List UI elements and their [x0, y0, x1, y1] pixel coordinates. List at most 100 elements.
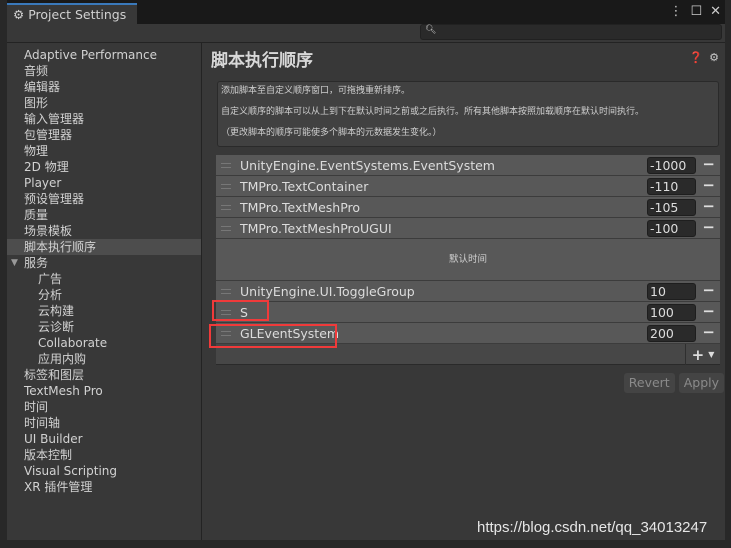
- sidebar-item[interactable]: 分析: [7, 287, 201, 303]
- script-row[interactable]: S 100−: [216, 302, 720, 323]
- sidebar-item-label: 输入管理器: [24, 112, 85, 126]
- project-settings-window: ⚙ Project Settings ⋮ ☐ ✕ 🔍︎ Adaptive Perfor…: [7, 0, 725, 540]
- sidebar-item-label: 时间: [24, 400, 49, 414]
- sidebar-item[interactable]: 应用内购: [7, 351, 201, 367]
- sidebar-item[interactable]: UI Builder: [7, 431, 201, 447]
- sidebar-item-label: 2D 物理: [24, 160, 69, 174]
- page-title: 脚本执行顺序: [211, 51, 313, 71]
- sidebar-item-label: XR 插件管理: [24, 480, 93, 494]
- sidebar-item[interactable]: Adaptive Performance: [7, 47, 201, 63]
- revert-button[interactable]: Revert: [623, 373, 675, 393]
- remove-button[interactable]: −: [702, 197, 715, 215]
- sidebar-item-label: 应用内购: [38, 352, 87, 366]
- remove-button[interactable]: −: [702, 302, 715, 320]
- sidebar-item-label: 质量: [24, 208, 49, 222]
- sidebar-item[interactable]: 云诊断: [7, 319, 201, 335]
- drag-handle-icon[interactable]: [221, 162, 231, 168]
- expand-arrow-icon[interactable]: ▼: [11, 255, 18, 271]
- sidebar-item[interactable]: 标签和图层: [7, 367, 201, 383]
- sidebar-item[interactable]: Visual Scripting: [7, 463, 201, 479]
- sidebar-item[interactable]: ▼ 服务: [7, 255, 201, 271]
- drag-handle-icon[interactable]: [221, 183, 231, 189]
- description-line: 自定义顺序的脚本可以从上到下在默认时间之前或之后执行。所有其他脚本按照加载顺序在…: [221, 107, 645, 117]
- remove-button[interactable]: −: [702, 281, 715, 299]
- sidebar-item[interactable]: 质量: [7, 207, 201, 223]
- gear-icon: ⚙: [13, 7, 25, 22]
- search-icon: 🔍︎: [425, 25, 437, 35]
- sidebar-item-label: 预设管理器: [24, 192, 85, 206]
- sidebar-item-label: 广告: [38, 272, 63, 286]
- order-input[interactable]: 200: [647, 325, 696, 342]
- sidebar-item[interactable]: XR 插件管理: [7, 479, 201, 495]
- kebab-icon[interactable]: ⋮: [669, 4, 682, 19]
- script-row[interactable]: TMPro.TextMeshProUGUI -100−: [216, 218, 720, 239]
- sidebar-item[interactable]: 2D 物理: [7, 159, 201, 175]
- order-input[interactable]: -110: [647, 178, 696, 195]
- script-row[interactable]: UnityEngine.EventSystems.EventSystem -100…: [216, 155, 720, 176]
- window-title: Project Settings: [28, 7, 127, 22]
- help-icon[interactable]: ❓: [689, 51, 703, 64]
- sidebar-item[interactable]: 图形: [7, 95, 201, 111]
- settings-gear-icon[interactable]: ⚙: [709, 51, 719, 64]
- sidebar-item[interactable]: 脚本执行顺序: [7, 239, 201, 255]
- remove-button[interactable]: −: [702, 218, 715, 236]
- sidebar-item[interactable]: 包管理器: [7, 127, 201, 143]
- order-input[interactable]: -105: [647, 199, 696, 216]
- script-row[interactable]: TMPro.TextContainer -110−: [216, 176, 720, 197]
- sidebar-item[interactable]: 输入管理器: [7, 111, 201, 127]
- sidebar-item-label: 服务: [24, 256, 49, 270]
- main-panel: 脚本执行顺序 ❓ ⚙ 添加脚本至自定义顺序窗口，可拖拽重新排序。 自定义顺序的脚本…: [203, 43, 725, 540]
- remove-button[interactable]: −: [702, 155, 715, 173]
- close-icon[interactable]: ✕: [710, 4, 721, 19]
- order-input[interactable]: 10: [647, 283, 696, 300]
- sidebar-item-label: 云诊断: [38, 320, 75, 334]
- order-input[interactable]: -1000: [647, 157, 696, 174]
- sidebar-item-label: 包管理器: [24, 128, 73, 142]
- sidebar-item[interactable]: 广告: [7, 271, 201, 287]
- sidebar-item-label: TextMesh Pro: [24, 384, 103, 398]
- sidebar-item[interactable]: 场景模板: [7, 223, 201, 239]
- search-input[interactable]: 🔍︎: [420, 24, 722, 40]
- description-line: （更改脚本的顺序可能使多个脚本的元数据发生变化。）: [221, 128, 442, 138]
- add-script-button[interactable]: + ▼: [685, 344, 720, 365]
- order-input[interactable]: 100: [647, 304, 696, 321]
- sidebar-item[interactable]: 音频: [7, 63, 201, 79]
- sidebar-item[interactable]: 编辑器: [7, 79, 201, 95]
- sidebar-item-label: Visual Scripting: [24, 464, 117, 478]
- plus-icon: +: [691, 345, 705, 364]
- description-line: 添加脚本至自定义顺序窗口，可拖拽重新排序。: [221, 86, 411, 96]
- sidebar-item[interactable]: Player: [7, 175, 201, 191]
- toolbar: 🔍︎: [7, 24, 725, 43]
- sidebar-item[interactable]: TextMesh Pro: [7, 383, 201, 399]
- tab-project-settings[interactable]: ⚙ Project Settings: [7, 3, 137, 24]
- sidebar-item-label: 时间轴: [24, 416, 61, 430]
- sidebar-item-label: 编辑器: [24, 80, 61, 94]
- watermark: https://blog.csdn.net/qq_34013247: [477, 519, 708, 536]
- sidebar-item-label: 标签和图层: [24, 368, 85, 382]
- drag-handle-icon[interactable]: [221, 204, 231, 210]
- sidebar-item-label: Adaptive Performance: [24, 48, 157, 62]
- maximize-icon[interactable]: ☐: [690, 4, 702, 19]
- sidebar-item[interactable]: 时间轴: [7, 415, 201, 431]
- default-time-separator: 默认时间: [216, 239, 720, 281]
- script-row[interactable]: UnityEngine.UI.ToggleGroup 10−: [216, 281, 720, 302]
- sidebar-item[interactable]: 云构建: [7, 303, 201, 319]
- script-row[interactable]: TMPro.TextMeshPro -105−: [216, 197, 720, 218]
- remove-button[interactable]: −: [702, 323, 715, 341]
- highlight-box-gleventsystem: [209, 324, 337, 348]
- sidebar-item[interactable]: 预设管理器: [7, 191, 201, 207]
- sidebar-item[interactable]: 版本控制: [7, 447, 201, 463]
- sidebar-item-label: Player: [24, 176, 62, 190]
- drag-handle-icon[interactable]: [221, 225, 231, 231]
- sidebar-item[interactable]: Collaborate: [7, 335, 201, 351]
- sidebar-item-label: 物理: [24, 144, 49, 158]
- remove-button[interactable]: −: [702, 176, 715, 194]
- sidebar-item-label: 云构建: [38, 304, 75, 318]
- apply-button[interactable]: Apply: [678, 373, 724, 393]
- order-input[interactable]: -100: [647, 220, 696, 237]
- drag-handle-icon[interactable]: [221, 288, 231, 294]
- script-name: UnityEngine.EventSystems.EventSystem: [240, 157, 495, 173]
- highlight-box-s: [212, 300, 269, 321]
- sidebar-item[interactable]: 时间: [7, 399, 201, 415]
- sidebar-item[interactable]: 物理: [7, 143, 201, 159]
